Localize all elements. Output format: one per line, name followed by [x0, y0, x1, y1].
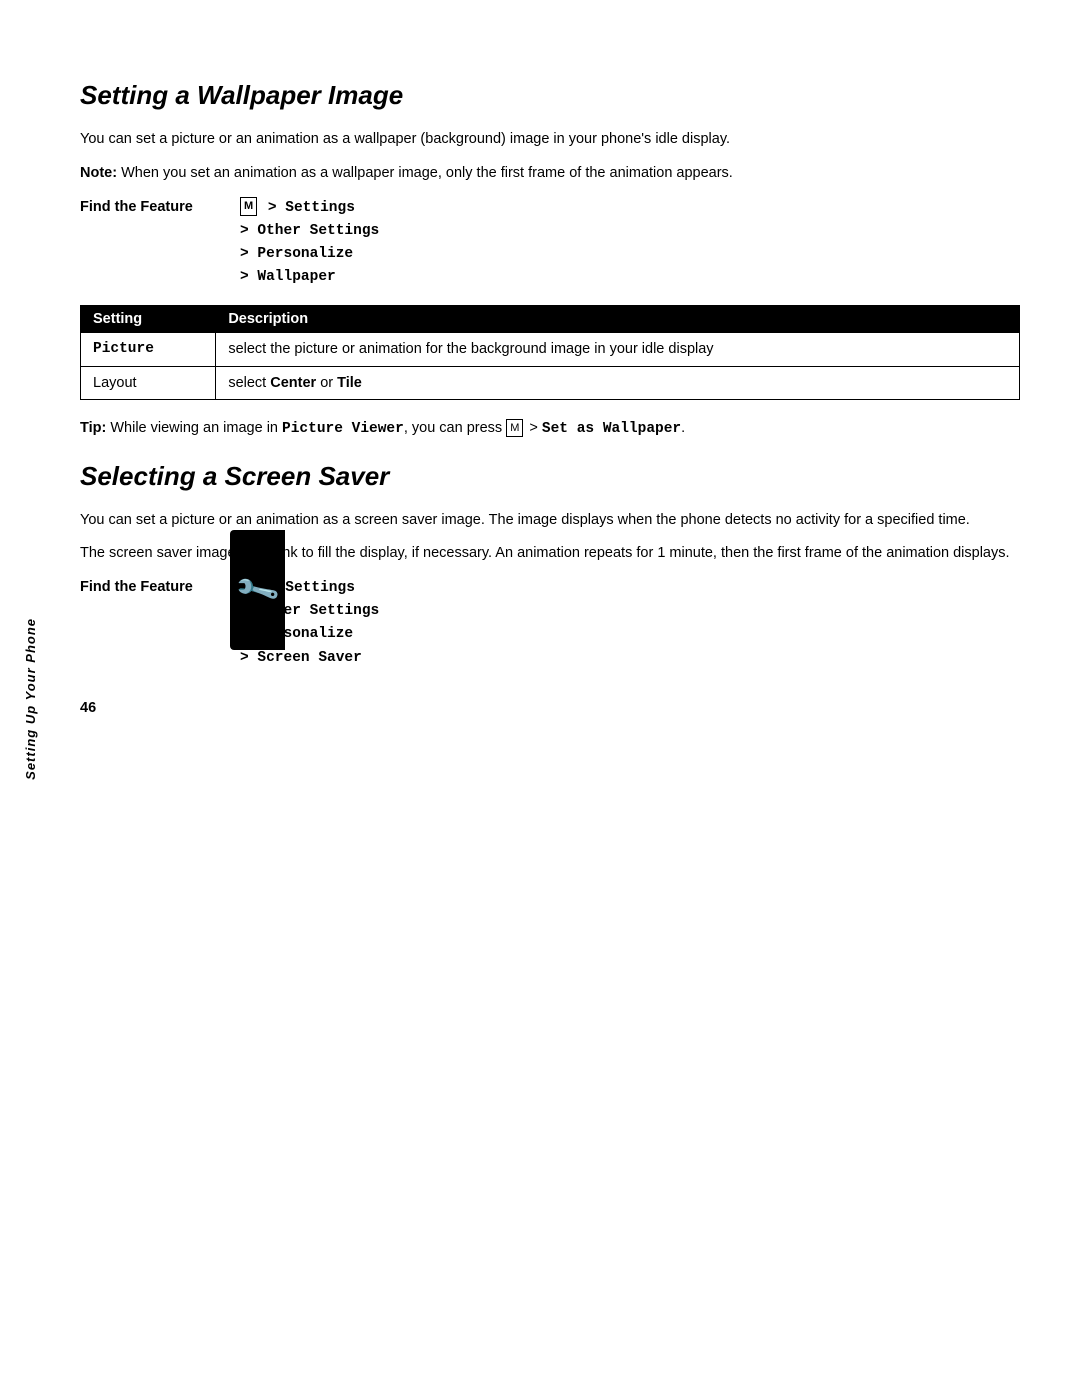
- table-row: Picture select the picture or animation …: [81, 333, 1020, 366]
- ss-path-4: > Screen Saver: [240, 650, 362, 666]
- settings-path-4: > Wallpaper: [240, 269, 336, 285]
- page-number: 46: [80, 700, 1020, 716]
- tip-text3: >: [525, 420, 542, 436]
- table-cell-picture: Picture: [81, 333, 216, 366]
- note-label: Note:: [80, 165, 117, 181]
- wallpaper-note: Note: When you set an animation as a wal…: [80, 163, 1020, 185]
- note-text: When you set an animation as a wallpaper…: [121, 165, 733, 181]
- find-feature-wallpaper: Find the Feature M > Settings > Other Se…: [80, 197, 1020, 290]
- screensaver-para1: You can set a picture or an animation as…: [80, 510, 1020, 532]
- main-content: Setting a Wallpaper Image You can set a …: [80, 60, 1020, 716]
- table-cell-layout: Layout: [81, 366, 216, 399]
- layout-desc-prefix: select: [228, 375, 270, 391]
- wallpaper-title: Setting a Wallpaper Image: [80, 80, 1020, 111]
- table-cell-picture-desc: select the picture or animation for the …: [216, 333, 1020, 366]
- tip-text2: , you can press: [404, 420, 506, 436]
- layout-or: or: [316, 375, 337, 391]
- table-row: Layout select Center or Tile: [81, 366, 1020, 399]
- settings-table: Setting Description Picture select the p…: [80, 305, 1020, 400]
- sidebar: Setting Up Your Phone: [0, 0, 60, 1397]
- table-header-description: Description: [216, 306, 1020, 333]
- tip-viewer: Picture Viewer: [282, 421, 404, 437]
- tip-intro: While viewing an image in: [110, 420, 282, 436]
- find-feature-label-screensaver: Find the Feature: [80, 577, 240, 595]
- find-feature-path-wallpaper: M > Settings > Other Settings > Personal…: [240, 197, 379, 290]
- layout-center: Center: [270, 375, 316, 391]
- tip-command: Set as Wallpaper: [542, 421, 681, 437]
- find-feature-screensaver: Find the Feature M > Settings > Other Se…: [80, 577, 1020, 670]
- page-container: Setting Up Your Phone 🔧 Setting a Wallpa…: [0, 0, 1080, 1397]
- table-header-setting: Setting: [81, 306, 216, 333]
- settings-path-3: > Personalize: [240, 246, 353, 262]
- find-feature-label-wallpaper: Find the Feature: [80, 197, 240, 215]
- settings-path-1: > Settings: [259, 200, 355, 216]
- tip-text4: .: [681, 420, 685, 436]
- sidebar-label: Setting Up Your Phone: [23, 618, 38, 780]
- settings-path-2: > Other Settings: [240, 223, 379, 239]
- screensaver-title: Selecting a Screen Saver: [80, 461, 1020, 492]
- sidebar-strip: 🔧: [230, 530, 285, 650]
- tip-label: Tip:: [80, 420, 106, 436]
- table-cell-layout-desc: select Center or Tile: [216, 366, 1020, 399]
- menu-symbol-wallpaper: M: [240, 197, 257, 217]
- layout-tile: Tile: [337, 375, 362, 391]
- tip-text: Tip: While viewing an image in Picture V…: [80, 418, 1020, 441]
- tip-menu-symbol: M: [506, 419, 523, 438]
- wrench-icon: 🔧: [233, 566, 283, 615]
- wallpaper-intro: You can set a picture or an animation as…: [80, 129, 1020, 151]
- screensaver-para2: The screen saver image is shrunk to fill…: [80, 543, 1020, 565]
